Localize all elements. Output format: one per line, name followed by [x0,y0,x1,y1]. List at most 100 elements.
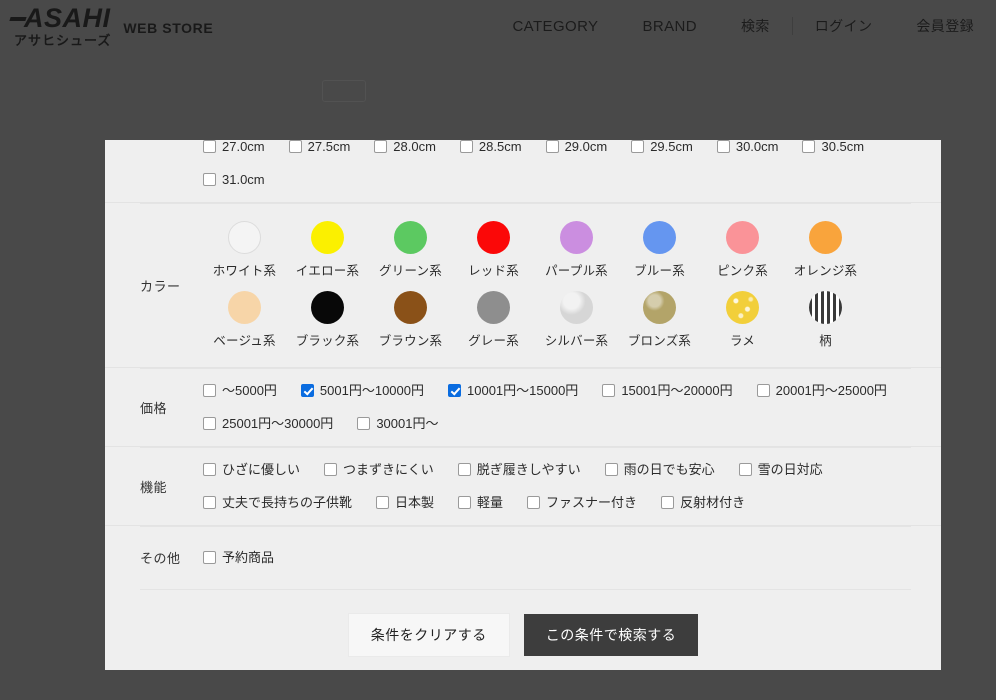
color-option-silver[interactable]: シルバー系 [535,291,618,349]
checkbox-box-icon [458,496,472,509]
color-label: レッド系 [468,264,519,278]
checkbox-price-over-30001[interactable]: 30001円〜 [357,417,438,430]
nav-item-brand[interactable]: BRAND [620,18,719,35]
checkbox-box-icon [203,417,216,430]
checkbox-size-27-0[interactable]: 27.0cm [203,140,265,153]
color-label: グリーン系 [379,264,442,278]
color-option-gray[interactable]: グレー系 [452,291,535,349]
checkbox-label: 日本製 [395,495,435,510]
checkbox-box-icon [288,140,302,153]
checkbox-label: 脱ぎ履きしやすい [476,462,581,477]
color-option-purple[interactable]: パープル系 [535,221,618,279]
checkbox-label: 31.0cm [222,172,265,187]
checkbox-function-trip-resistant[interactable]: つまずきにくい [324,463,434,476]
checkbox-label: 29.0cm [564,140,608,154]
checkbox-label: 20001円〜25000円 [775,383,887,398]
color-swatch-icon [643,291,676,324]
nav-item-login[interactable]: ログイン [793,16,895,36]
checkbox-label: 反射材付き [680,495,746,510]
color-option-pattern[interactable]: 柄 [784,291,867,349]
checkbox-function-snow-ready[interactable]: 雪の日対応 [738,463,823,476]
checkbox-size-29-5[interactable]: 29.5cm [631,140,693,153]
color-option-orange[interactable]: オレンジ系 [784,221,867,279]
search-with-conditions-button[interactable]: この条件で検索する [523,614,699,656]
checkbox-label: ひざに優しい [222,462,301,477]
section-divider [140,447,911,448]
color-option-bronze[interactable]: ブロンズ系 [618,291,701,349]
color-swatch-icon [560,221,593,254]
checkbox-box-icon [374,140,388,153]
checkbox-function-durable-kids-shoes[interactable]: 丈夫で長持ちの子供靴 [203,496,352,509]
checkbox-function-lightweight[interactable]: 軽量 [458,496,503,509]
checkbox-price-10001-15000[interactable]: 10001円〜15000円 [448,384,578,397]
checkbox-function-made-in-japan[interactable]: 日本製 [376,496,434,509]
checkbox-price-25001-30000[interactable]: 25001円〜30000円 [203,417,333,430]
section-divider [140,203,911,204]
filter-row-color: カラー ホワイト系 イエロー系 グリーン系 レッド系 パープル系 ブルー系 ピン… [105,202,941,367]
footer-divider [140,589,911,590]
filter-body-size: 27.0cm 27.5cm 28.0cm 28.5cm 29.0cm 29.5c… [203,140,941,186]
nav-item-category[interactable]: CATEGORY [490,18,620,35]
checkbox-size-31-0[interactable]: 31.0cm [203,173,265,186]
checkbox-size-29-0[interactable]: 29.0cm [545,140,608,154]
color-label: イエロー系 [295,264,360,278]
color-swatch-icon [477,291,510,324]
color-label: ブラック系 [295,334,360,348]
nav-item-search[interactable]: 検索 [719,16,792,36]
filter-body-other: 予約商品 [203,551,941,564]
logo-asahi-text: ASAHI [14,5,111,32]
asahi-logo-mark: ASAHI アサヒシューズ [14,5,111,48]
checkbox-function-easy-on-off[interactable]: 脱ぎ履きしやすい [457,462,581,477]
brand-logo[interactable]: ASAHI アサヒシューズ WEB STORE [14,5,214,48]
pattern-swatch-icon [809,291,842,324]
checkbox-size-30-5[interactable]: 30.5cm [802,140,864,153]
checkbox-size-27-5[interactable]: 27.5cm [288,140,350,153]
color-option-black[interactable]: ブラック系 [286,291,369,349]
color-option-glitter[interactable]: ラメ [701,291,784,349]
function-row-2: 丈夫で長持ちの子供靴 日本製 軽量 ファスナー付き 反射材付き [203,496,941,509]
filter-row-other: その他 予約商品 [105,525,941,589]
checkbox-box-icon [457,463,471,476]
color-swatch-icon [560,291,593,324]
checkbox-other-preorder[interactable]: 予約商品 [203,551,274,564]
checkbox-size-28-0[interactable]: 28.0cm [374,140,436,153]
color-option-beige[interactable]: ベージュ系 [203,291,286,349]
checkbox-size-28-5[interactable]: 28.5cm [459,140,522,153]
color-option-white[interactable]: ホワイト系 [203,221,286,279]
color-option-red[interactable]: レッド系 [452,221,535,279]
checkbox-price-under-5000[interactable]: 〜5000円 [203,384,277,397]
filter-row-price: 価格 〜5000円 5001円〜10000円 10001円〜15000円 150… [105,367,941,446]
nav-item-register[interactable]: 会員登録 [894,16,996,36]
color-swatch-icon [394,291,427,324]
color-label: ホワイト系 [212,264,277,278]
color-label: シルバー系 [544,334,609,348]
header-nav: CATEGORY BRAND 検索 ログイン 会員登録 [490,0,996,52]
logo-webstore-text: WEB STORE [123,20,214,36]
other-row-1: 予約商品 [203,551,941,564]
function-row-1: ひざに優しい つまずきにくい 脱ぎ履きしやすい 雨の日でも安心 雪の日対応 [203,463,941,476]
checkbox-price-5001-10000[interactable]: 5001円〜10000円 [300,384,424,397]
color-option-yellow[interactable]: イエロー系 [286,221,369,279]
checkbox-function-knee-friendly[interactable]: ひざに優しい [203,463,300,476]
checkbox-box-icon [459,140,473,153]
color-label: ベージュ系 [213,334,276,348]
checkbox-label: 雨の日でも安心 [623,462,715,477]
checkbox-price-20001-25000[interactable]: 20001円〜25000円 [756,383,887,398]
checkbox-function-with-zipper[interactable]: ファスナー付き [527,496,637,509]
checkbox-price-15001-20000[interactable]: 15001円〜20000円 [602,384,733,397]
color-option-blue[interactable]: ブルー系 [618,221,701,279]
color-option-pink[interactable]: ピンク系 [701,221,784,279]
color-option-brown[interactable]: ブラウン系 [369,291,452,349]
price-row-1: 〜5000円 5001円〜10000円 10001円〜15000円 15001円… [203,384,941,397]
checkbox-box-icon [203,140,216,153]
checkbox-function-reflective[interactable]: 反射材付き [661,496,745,509]
filter-label-function: 機能 [140,479,168,495]
color-option-green[interactable]: グリーン系 [369,221,452,279]
filter-label-other: その他 [140,551,181,566]
checkbox-box-icon [203,463,216,476]
checkbox-function-rain-ready[interactable]: 雨の日でも安心 [604,462,715,477]
checkbox-box-icon [602,384,616,397]
checkbox-size-30-0[interactable]: 30.0cm [716,140,778,153]
checkbox-label: 25001円〜30000円 [222,416,334,431]
clear-conditions-button[interactable]: 条件をクリアする [347,613,510,657]
